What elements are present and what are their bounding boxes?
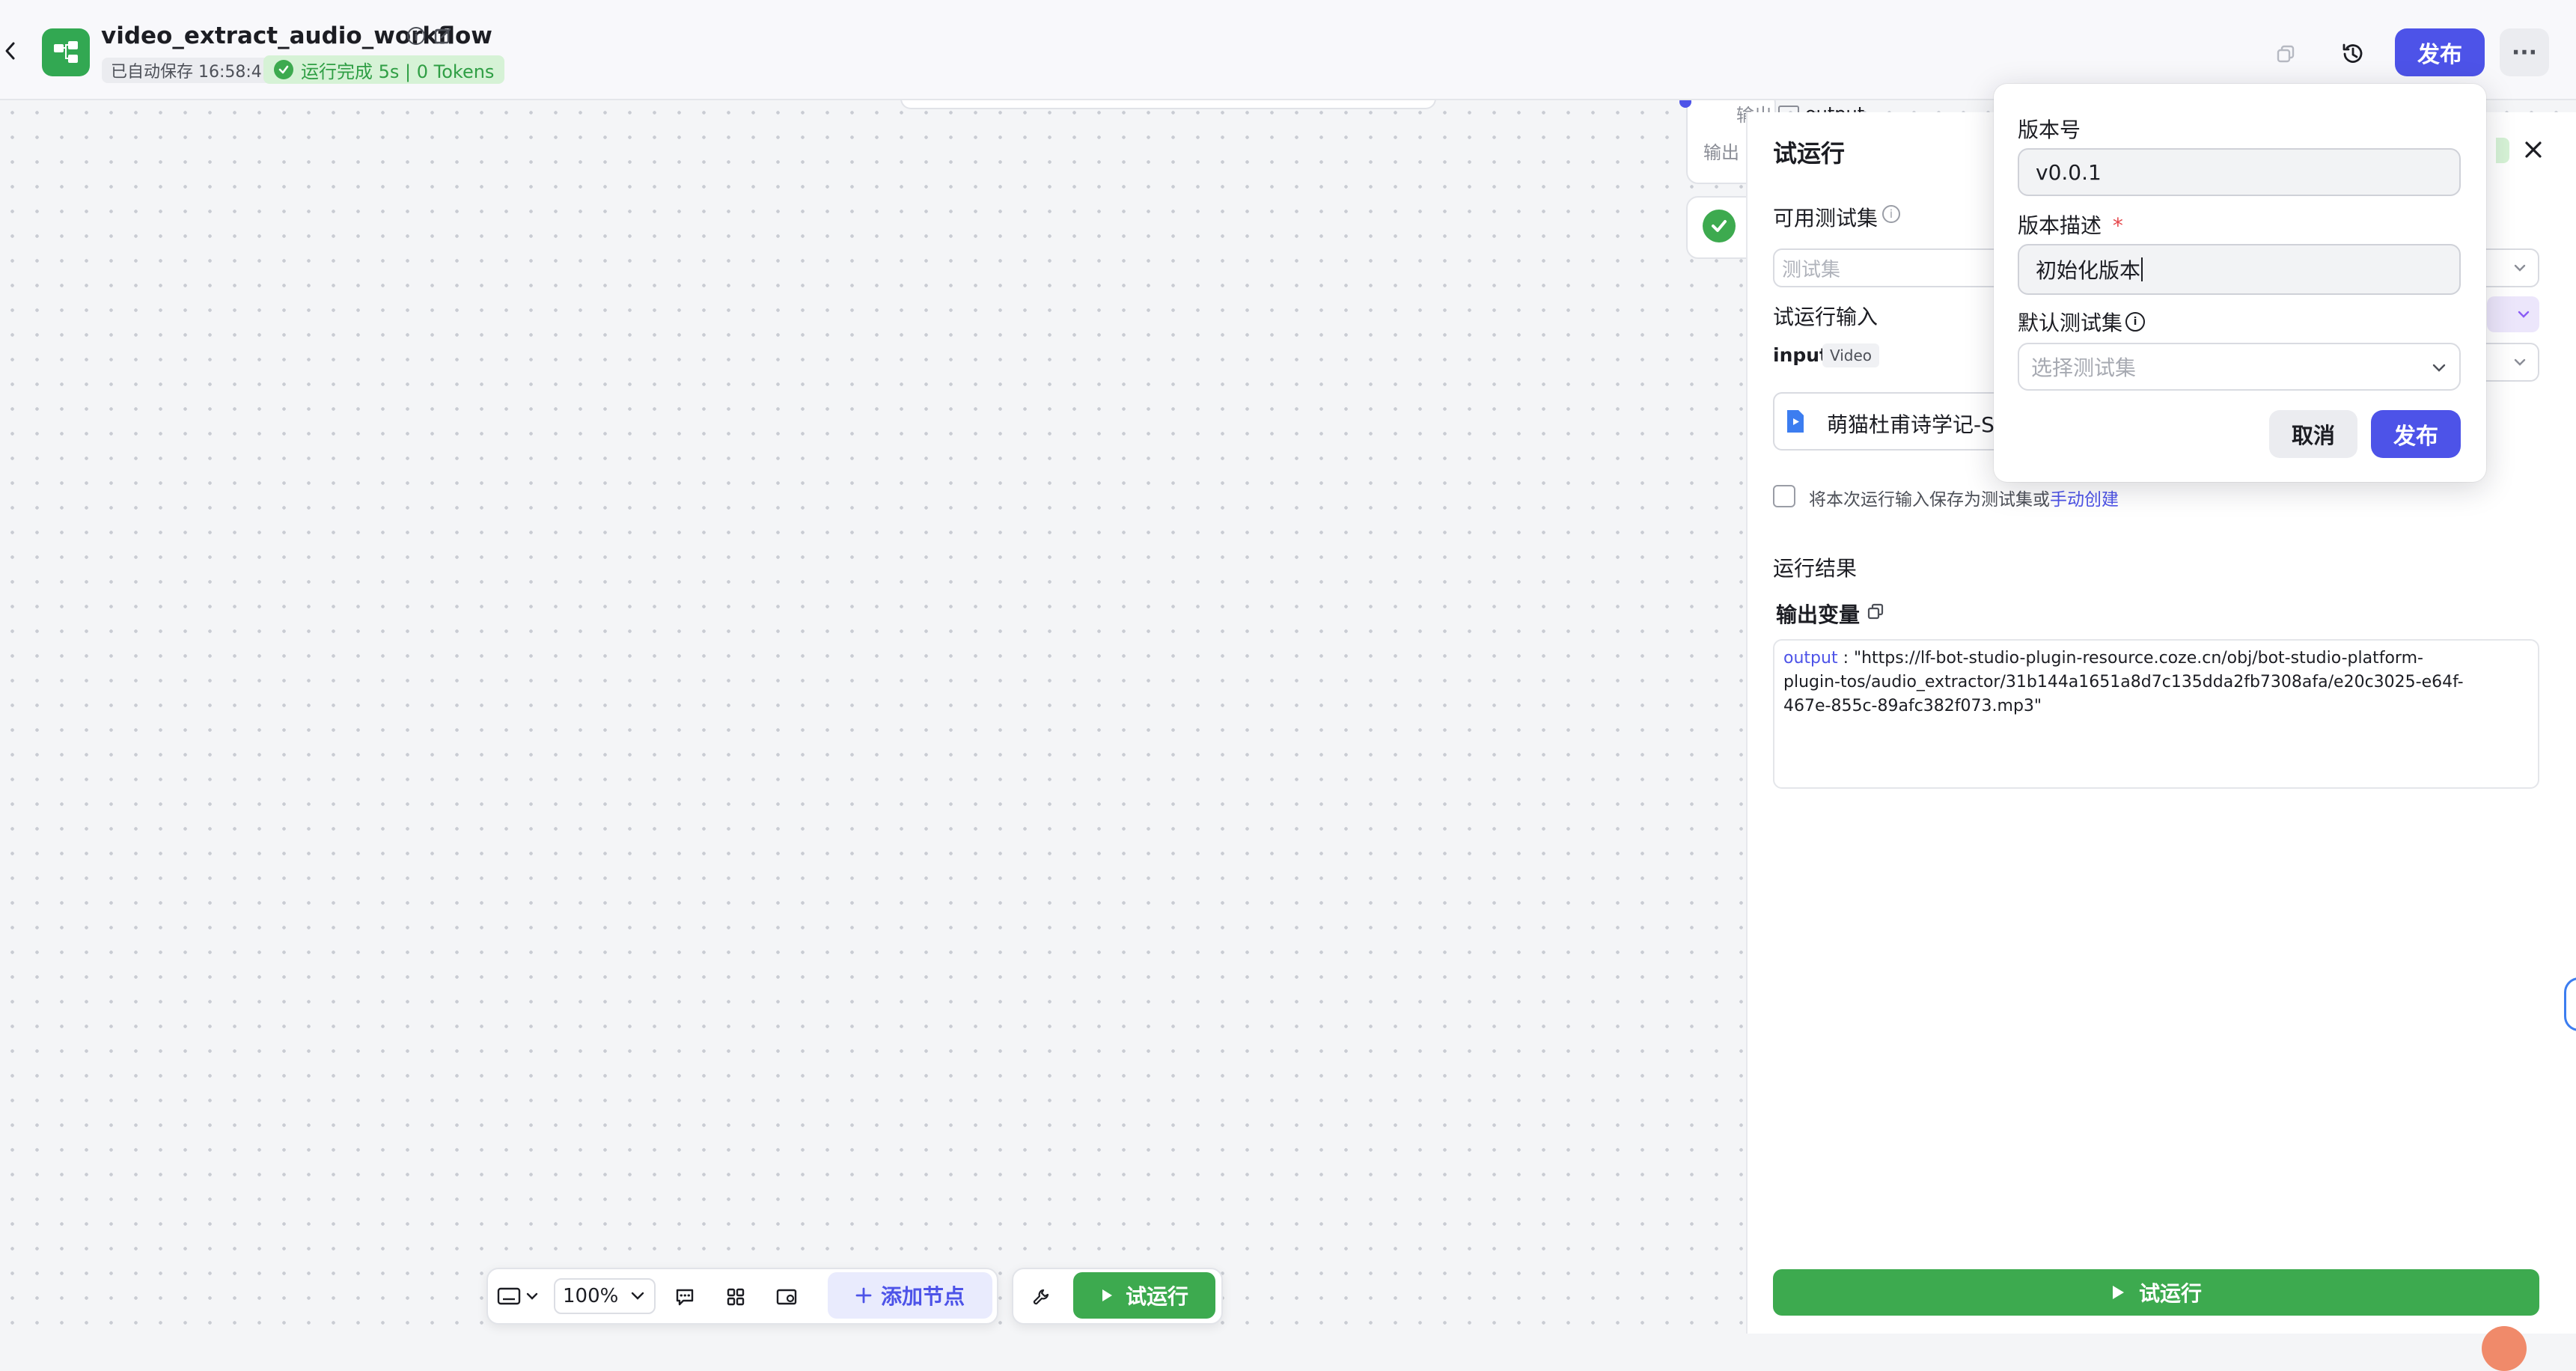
input-type-badge: Video — [1822, 343, 1880, 367]
run-input-label: 试运行输入 — [1773, 305, 1878, 329]
panel-title: 试运行 — [1773, 139, 1846, 168]
version-desc-input[interactable]: 初始化版本 — [2018, 244, 2461, 295]
default-testset-label: 默认测试集 i — [2018, 307, 2146, 337]
run-status-text: 运行完成 5s | 0 Tokens — [301, 61, 495, 82]
output-result-box: output : "https://lf-bot-studio-plugin-r… — [1773, 639, 2539, 789]
input-source-chevron-down-icon[interactable] — [2511, 353, 2529, 371]
publish-popover: 版本号 v0.0.1 版本描述 * 初始化版本 默认测试集 i 选择测试集 取消… — [1994, 84, 2486, 482]
keyboard-icon — [497, 1287, 521, 1305]
output-separator: : — [1837, 649, 1854, 668]
manual-create-link[interactable]: 手动创建 — [2050, 490, 2119, 510]
play-icon — [2112, 1286, 2124, 1299]
publish-button[interactable]: 发布 — [2395, 28, 2485, 76]
default-testset-text: 默认测试集 — [2018, 311, 2123, 335]
workflow-app-icon — [42, 28, 90, 76]
testset-placeholder: 测试集 — [1782, 258, 1841, 281]
panel-run-button[interactable]: 试运行 — [1773, 1269, 2539, 1316]
testset-chevron-down-icon[interactable] — [2511, 259, 2529, 277]
default-testset-select[interactable]: 选择测试集 — [2018, 343, 2461, 391]
output-value-1: "https://lf-bot-studio-plugin-resource.c… — [1853, 649, 2423, 668]
layout-grid-icon[interactable] — [720, 1281, 751, 1313]
save-testset-text: 将本次运行输入保存为测试集或手动创建 — [1809, 485, 2119, 510]
input-name: input — [1773, 344, 1829, 366]
zoom-value: 100% — [563, 1285, 619, 1307]
add-node-button[interactable]: 添加节点 — [828, 1272, 992, 1319]
popover-cancel-button[interactable]: 取消 — [2269, 410, 2357, 458]
node-output-label: 输出 — [1703, 142, 1739, 163]
user-avatar-partial[interactable] — [2482, 1326, 2527, 1371]
back-button[interactable] — [0, 36, 21, 66]
autosave-badge: 已自动保存 16:58:41 — [102, 58, 281, 83]
add-node-label: 添加节点 — [880, 1284, 965, 1309]
version-input[interactable]: v0.0.1 — [2018, 148, 2461, 196]
assistant-float-avatar[interactable] — [2564, 977, 2576, 1031]
version-desc-value: 初始化版本 — [2036, 258, 2141, 283]
version-desc-text: 版本描述 — [2018, 213, 2102, 238]
wrench-icon[interactable] — [1025, 1281, 1057, 1313]
more-button[interactable]: ··· — [2500, 28, 2549, 76]
status-check-icon — [274, 60, 293, 79]
text-caret — [2141, 257, 2143, 281]
plus-icon — [855, 1287, 872, 1304]
panel-header-badge-partial — [2496, 138, 2509, 163]
toolbar-play-icon — [1102, 1289, 1112, 1301]
history-icon[interactable] — [2335, 36, 2371, 72]
interaction-mode-button[interactable] — [497, 1280, 545, 1313]
copy-icon[interactable] — [2269, 37, 2302, 70]
close-icon[interactable] — [2517, 133, 2550, 166]
info-icon[interactable]: i — [407, 27, 425, 45]
output-value-2: plugin-tos/audio_extractor/31b144a1651a8… — [1783, 673, 2464, 691]
ai-chevron-down-icon — [2518, 311, 2530, 318]
toolbar-run-button[interactable]: 试运行 — [1073, 1272, 1215, 1319]
output-copy-icon[interactable] — [1866, 602, 1885, 621]
version-desc-label: 版本描述 * — [2018, 210, 2123, 239]
required-mark: * — [2112, 213, 2123, 238]
video-file-icon — [1785, 409, 1806, 434]
output-var-label: 输出变量 — [1776, 602, 1861, 627]
panel-run-label: 试运行 — [2138, 1281, 2202, 1306]
version-label: 版本号 — [2018, 117, 2081, 142]
output-key: output — [1783, 649, 1838, 668]
default-testset-placeholder: 选择测试集 — [2031, 355, 2137, 380]
output-line-1: output : "https://lf-bot-studio-plugin-r… — [1783, 647, 2529, 671]
save-testset-label: 将本次运行输入保存为测试集或 — [1809, 490, 2050, 510]
result-label: 运行结果 — [1773, 556, 1858, 581]
popover-publish-button[interactable]: 发布 — [2371, 410, 2461, 458]
minimap-icon[interactable] — [771, 1281, 802, 1313]
default-testset-info-icon[interactable]: i — [2125, 312, 2146, 332]
output-value-3: 467e-855c-89afc382f073.mp3" — [1783, 697, 2042, 715]
run-status-badge: 运行完成 5s | 0 Tokens — [263, 55, 505, 84]
save-testset-checkbox[interactable] — [1773, 485, 1795, 507]
toolbar-run-label: 试运行 — [1125, 1284, 1188, 1309]
ai-generate-button-partial[interactable] — [2487, 296, 2539, 332]
mode-chevron-down-icon — [526, 1292, 538, 1300]
testset-info-icon[interactable]: i — [1882, 205, 1900, 223]
zoom-chevron-down-icon[interactable] — [627, 1286, 648, 1307]
default-testset-chevron-down-icon[interactable] — [2429, 358, 2449, 377]
success-check-icon — [1703, 210, 1736, 242]
testset-label: 可用测试集 — [1773, 206, 1878, 230]
video-file-name: 萌猫杜甫诗学记-S — [1827, 412, 1994, 437]
edit-icon[interactable] — [433, 25, 454, 46]
version-value: v0.0.1 — [2036, 159, 2102, 185]
comment-icon[interactable] — [669, 1281, 701, 1313]
